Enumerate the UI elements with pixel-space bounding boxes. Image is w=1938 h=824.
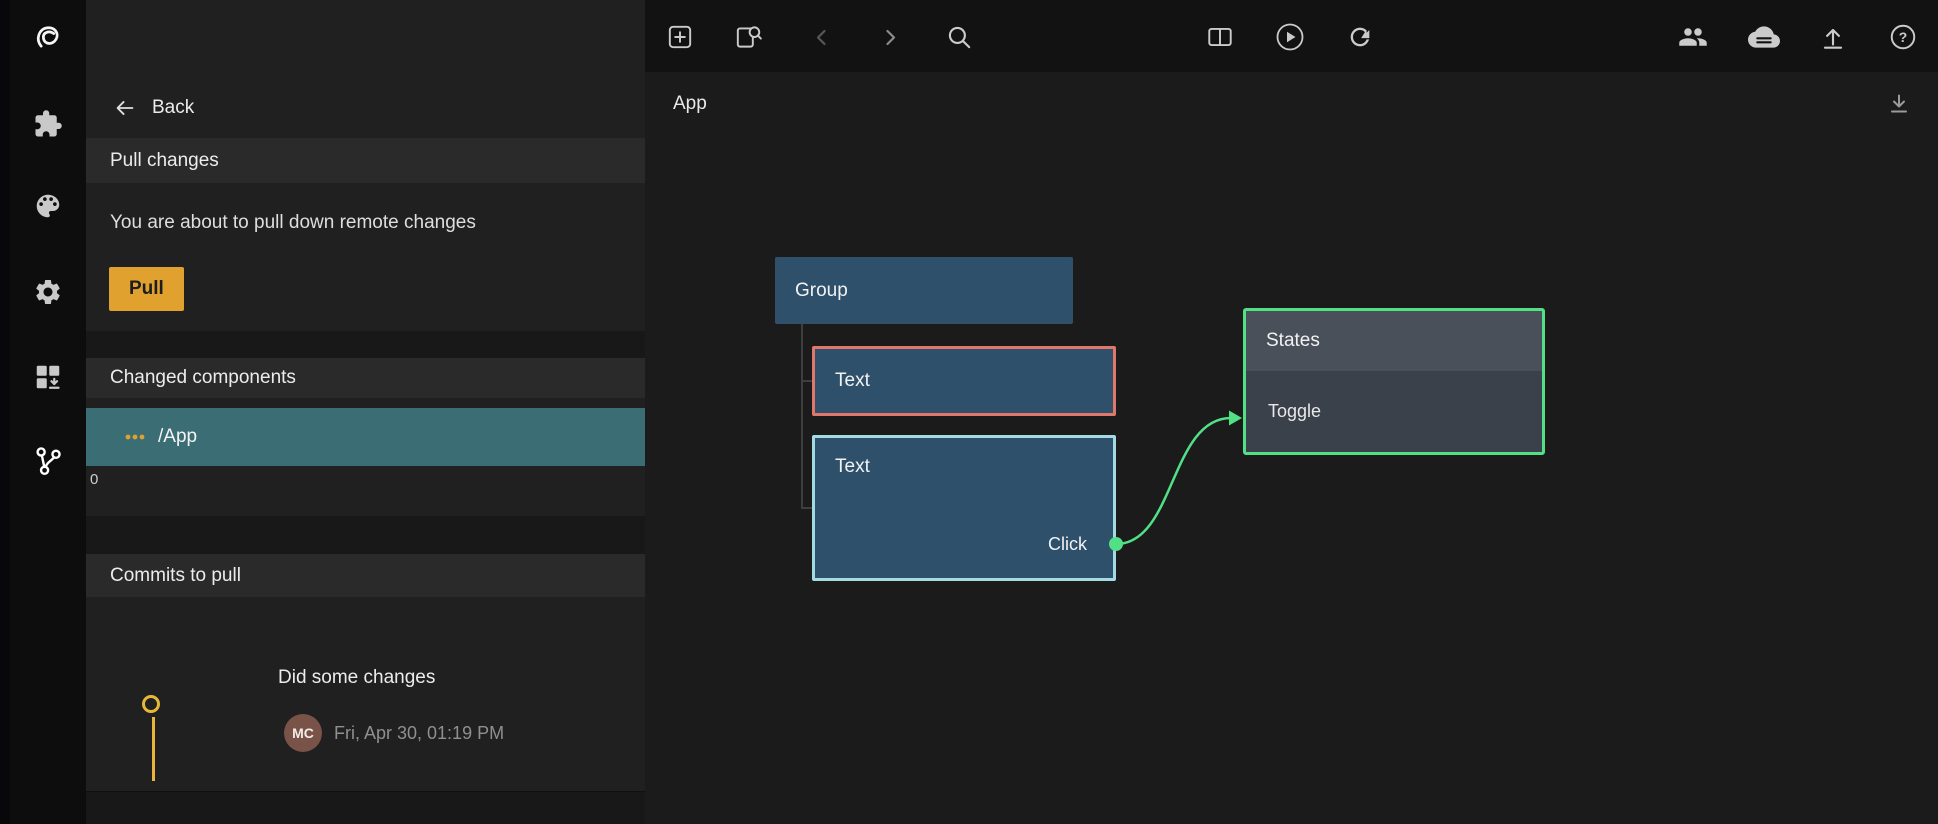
cloud-icon [1748,21,1780,53]
navigate-back-button[interactable] [804,19,840,55]
changed-components-header: Changed components [86,358,645,398]
split-view-icon [1205,22,1235,52]
section-divider [86,516,645,554]
changed-component-label: /App [158,426,197,448]
node-text-label: Text [835,370,870,392]
people-icon [1678,22,1708,52]
push-upload-button[interactable] [1815,19,1851,55]
pull-changes-header: Pull changes [86,138,645,183]
editor-toolbar: ? [645,0,1938,72]
node-states[interactable]: States Toggle [1243,308,1545,455]
node-group[interactable]: Group [775,257,1073,324]
svg-text:?: ? [1899,29,1908,45]
states-row-toggle[interactable]: Toggle [1246,371,1542,452]
node-group-label: Group [795,280,848,302]
help-button[interactable]: ? [1885,19,1921,55]
avatar-initials: MC [292,725,314,741]
stray-text: 0 [90,471,98,488]
commit-timeline [152,717,155,781]
upload-icon [1818,22,1848,52]
pull-description: You are about to pull down remote change… [110,212,476,234]
commit-title: Did some changes [278,667,435,689]
preview-play-button[interactable] [1272,19,1308,55]
help-icon: ? [1888,22,1918,52]
chevron-right-icon [876,23,904,51]
section-divider [86,331,645,358]
connection-arrowhead [1229,411,1242,426]
changed-components-title: Changed components [110,367,296,389]
navigate-forward-button[interactable] [872,19,908,55]
node-text-conflict[interactable]: Text [812,346,1116,416]
commit-timestamp: Fri, Apr 30, 01:19 PM [334,723,504,744]
download-icon [1885,90,1913,118]
commits-to-pull-title: Commits to pull [110,565,241,587]
node-states-header: States [1246,311,1542,371]
changed-ellipsis-icon [124,426,146,448]
version-control-icon[interactable] [27,439,69,481]
refresh-button[interactable] [1342,19,1378,55]
component-search-icon [733,22,763,52]
cloud-sync-button[interactable] [1746,19,1782,55]
hierarchy-line [801,324,803,508]
play-icon [1274,21,1306,53]
search-button[interactable] [941,19,977,55]
components-library-icon[interactable] [27,356,69,398]
chevron-left-icon [808,23,836,51]
add-node-icon [665,22,695,52]
version-control-panel: Back Pull changes You are about to pull … [86,0,645,824]
search-icon [944,22,974,52]
node-text-selected[interactable]: Text Click [812,435,1116,581]
back-button[interactable]: Back [86,84,645,132]
background-window-edge [0,0,10,824]
add-node-button[interactable] [662,19,698,55]
export-download-button[interactable] [1881,86,1917,122]
refresh-icon [1346,23,1374,51]
pull-changes-title: Pull changes [110,150,219,172]
activity-bar [10,0,86,824]
changed-component-item-app[interactable]: /App [86,408,645,466]
collaborators-button[interactable] [1675,19,1711,55]
settings-gear-icon[interactable] [27,271,69,313]
back-label: Back [152,97,194,119]
back-arrow-icon [112,95,138,121]
add-component-button[interactable] [730,19,766,55]
commit-marker-icon [142,695,160,713]
canvas-breadcrumb[interactable]: App [673,93,707,115]
commit-avatar: MC [284,714,322,752]
pull-button[interactable]: Pull [109,267,184,311]
theme-palette-icon[interactable] [27,185,69,227]
split-editor-button[interactable] [1202,19,1238,55]
editor-area: ? App Group Text Text Click States Toggl… [645,0,1938,824]
collapsed-section-strip [86,791,645,824]
commits-to-pull-header: Commits to pull [86,554,645,597]
plugins-icon[interactable] [27,103,69,145]
node-text-label: Text [835,456,870,478]
output-port-click[interactable]: Click [1048,534,1087,555]
app-logo-icon[interactable] [27,16,69,58]
